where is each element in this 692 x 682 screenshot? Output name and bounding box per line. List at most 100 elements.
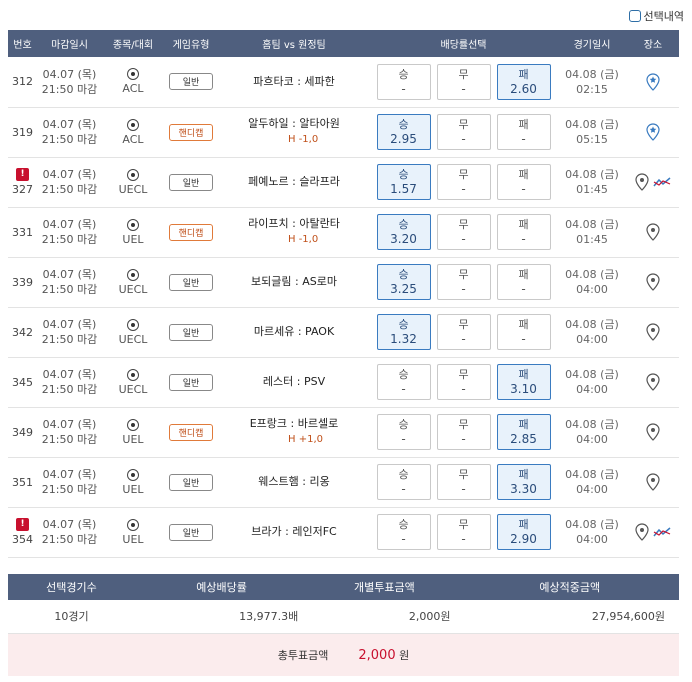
header-type: 게임유형 xyxy=(164,30,218,57)
odds-win-value: 2.95 xyxy=(390,132,417,146)
star-pin-icon[interactable] xyxy=(646,73,660,91)
match-time-cell: 04.08 (금) 04:00 xyxy=(557,407,627,458)
odds-draw-button[interactable]: 무- xyxy=(436,464,491,500)
odds-draw-button[interactable]: 무- xyxy=(436,214,491,250)
odds-draw-value: - xyxy=(461,182,466,196)
deadline-cell: 04.07 (목) 21:50 마감 xyxy=(37,107,102,158)
odds-win-button[interactable]: 승- xyxy=(376,63,431,100)
checkbox-icon[interactable] xyxy=(628,10,641,22)
odds-draw-button[interactable]: 무- xyxy=(436,114,491,150)
match-time-cell: 04.08 (금) 04:00 xyxy=(557,507,627,558)
map-pin-icon[interactable] xyxy=(646,423,660,441)
deadline-date: 04.07 (목) xyxy=(42,218,97,231)
league-name: ACL xyxy=(122,132,144,146)
odds-lose-button[interactable]: 패- xyxy=(496,114,551,150)
odds-draw-button[interactable]: 무- xyxy=(436,264,491,300)
odds-lose-value: 3.10 xyxy=(510,382,537,396)
odds-win-label: 승 xyxy=(398,118,409,131)
star-pin-icon[interactable] xyxy=(646,123,660,141)
row-number: 349 xyxy=(12,425,33,439)
odds-draw-button[interactable]: 무- xyxy=(436,414,491,450)
match-date: 04.08 (금) xyxy=(565,418,619,431)
header-match: 홈팀 vs 원정팀 xyxy=(218,30,370,57)
odds-lose-button[interactable]: 패 2.90 xyxy=(496,514,551,550)
odds-draw-button[interactable]: 무- xyxy=(436,514,491,550)
map-pin-icon[interactable] xyxy=(646,323,660,341)
venue-cell xyxy=(627,107,679,158)
summary-payout-header: 예상적중금액 xyxy=(460,573,679,600)
odds-win-label: 승 xyxy=(398,218,409,231)
odds-draw-value: - xyxy=(461,432,466,446)
odds-win-value: - xyxy=(401,482,406,496)
match-cell: 파흐타코 : 세파한 xyxy=(218,57,370,108)
away-team: 바르셀로 xyxy=(297,417,339,430)
vs-separator: : xyxy=(297,74,301,88)
row-number: 331 xyxy=(12,225,33,239)
table-row: 349 04.07 (목) 21:50 마감 UEL 핸디캡 E프랑크 : 바르셀… xyxy=(8,407,679,458)
soccer-ball-icon xyxy=(127,118,139,131)
map-pin-icon[interactable] xyxy=(635,173,649,191)
map-pin-icon[interactable] xyxy=(635,523,649,541)
odds-win-button[interactable]: 승- xyxy=(376,514,431,550)
odds-lose-button[interactable]: 패 2.60 xyxy=(496,63,551,100)
odds-draw-button[interactable]: 무- xyxy=(436,164,491,200)
odds-lose-value: 2.90 xyxy=(510,532,537,546)
odds-draw-button[interactable]: 무- xyxy=(436,63,491,100)
odds-lose-label: 패 xyxy=(518,168,529,181)
odds-win-button[interactable]: 승 1.57 xyxy=(376,164,431,200)
league-cell: UECL xyxy=(102,357,164,408)
row-number-cell: ! 327 xyxy=(8,157,37,208)
map-pin-icon[interactable] xyxy=(646,473,660,491)
match-time: 05:15 xyxy=(576,133,608,146)
map-pin-icon[interactable] xyxy=(646,223,660,241)
row-number-cell: 345 xyxy=(8,357,37,408)
odds-win-button[interactable]: 승 3.20 xyxy=(376,214,431,250)
odds-draw-label: 무 xyxy=(458,468,469,481)
home-team: E프랑크 xyxy=(249,417,288,430)
select-history-toggle[interactable]: 선택내역 xyxy=(628,8,684,24)
odds-lose-button[interactable]: 패 2.85 xyxy=(496,414,551,450)
odds-draw-button[interactable]: 무- xyxy=(436,314,491,350)
odds-win-button[interactable]: 승- xyxy=(376,414,431,450)
trend-chart-icon[interactable] xyxy=(653,526,671,538)
home-team: 레스터 xyxy=(262,375,294,388)
away-team: AS로마 xyxy=(302,275,337,288)
table-row: 312 04.07 (목) 21:50 마감 ACL 일반 파흐타코 : 세파한 … xyxy=(8,57,679,108)
odds-lose-button[interactable]: 패- xyxy=(496,214,551,250)
odds-lose-button[interactable]: 패 3.30 xyxy=(496,464,551,500)
odds-win-label: 승 xyxy=(398,67,409,81)
league-name: UEL xyxy=(122,532,144,546)
odds-lose-button[interactable]: 패 3.10 xyxy=(496,364,551,400)
odds-lose-button[interactable]: 패- xyxy=(496,314,551,350)
odds-win-button[interactable]: 승- xyxy=(376,364,431,400)
deadline-cell: 04.07 (목) 21:50 마감 xyxy=(37,257,102,308)
match-cell: 라이프치 : 아탈란타 H -1,0 xyxy=(218,207,370,258)
deadline-close: 21:50 마감 xyxy=(41,133,98,146)
odds-win-button[interactable]: 승 2.95 xyxy=(376,114,431,150)
odds-win-button[interactable]: 승- xyxy=(376,464,431,500)
league-cell: UEL xyxy=(102,507,164,558)
venue-cell xyxy=(627,457,679,508)
vs-separator: : xyxy=(292,175,296,188)
odds-win-button[interactable]: 승 1.32 xyxy=(376,314,431,350)
odds-win-label: 승 xyxy=(398,468,409,481)
header-time: 경기일시 xyxy=(557,30,627,57)
game-type-badge: 핸디캡 xyxy=(169,423,213,441)
away-team: 리옹 xyxy=(309,475,330,488)
deadline-date: 04.07 (목) xyxy=(42,368,97,381)
trend-chart-icon[interactable] xyxy=(653,176,671,188)
deadline-date: 04.07 (목) xyxy=(42,67,97,81)
map-pin-icon[interactable] xyxy=(646,373,660,391)
odds-lose-label: 패 xyxy=(518,218,529,231)
odds-lose-button[interactable]: 패- xyxy=(496,264,551,300)
odds-lose-button[interactable]: 패- xyxy=(496,164,551,200)
map-pin-icon[interactable] xyxy=(646,273,660,291)
match-time: 04:00 xyxy=(576,383,608,396)
table-row: 351 04.07 (목) 21:50 마감 UEL 일반 웨스트햄 : 리옹 승… xyxy=(8,457,679,508)
odds-draw-button[interactable]: 무- xyxy=(436,364,491,400)
away-team: 알타아원 xyxy=(299,117,340,130)
odds-lose-label: 패 xyxy=(518,418,529,431)
deadline-date: 04.07 (목) xyxy=(42,168,97,181)
odds-win-button[interactable]: 승 3.25 xyxy=(376,264,431,300)
warning-icon: ! xyxy=(16,168,29,181)
